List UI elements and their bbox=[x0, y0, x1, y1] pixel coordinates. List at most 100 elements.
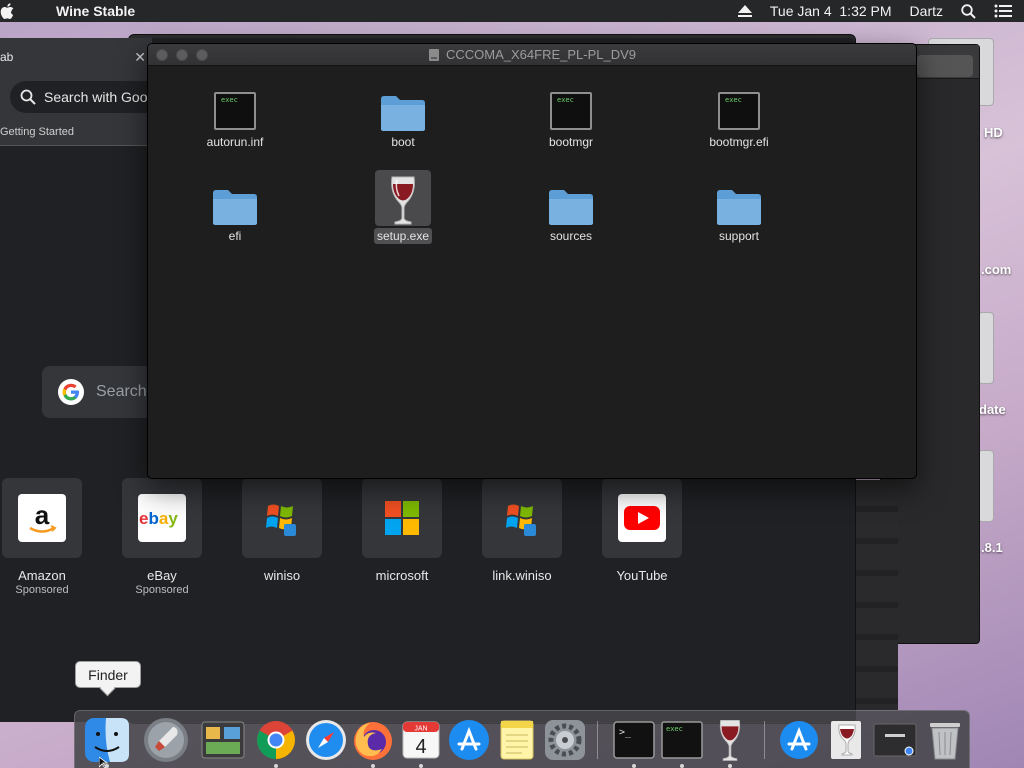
running-indicator bbox=[680, 764, 684, 768]
eject-icon[interactable] bbox=[737, 5, 752, 17]
file-bootmgr[interactable]: exec bootmgr bbox=[511, 76, 631, 151]
dock-app-store-download[interactable] bbox=[775, 716, 823, 764]
file-name: autorun.inf bbox=[206, 135, 264, 149]
dock-safari[interactable] bbox=[302, 716, 350, 764]
file-autorun-inf[interactable]: exec autorun.inf bbox=[175, 76, 295, 151]
shortcut-tile: a bbox=[2, 478, 82, 558]
windows-flag-icon bbox=[266, 504, 296, 536]
dock-separator bbox=[764, 721, 765, 759]
exec-badge: exec bbox=[725, 96, 742, 104]
user-name[interactable]: Dartz bbox=[910, 3, 943, 19]
dock-notes[interactable] bbox=[493, 716, 541, 764]
finder-title: CCCOMA_X64FRE_PL-PL_DV9 bbox=[148, 47, 916, 62]
desktop-disk-icon[interactable] bbox=[978, 312, 994, 384]
folder-efi[interactable]: efi bbox=[175, 170, 295, 245]
file-name: bootmgr.efi bbox=[709, 135, 769, 149]
file-icon-wrap bbox=[375, 170, 431, 226]
shortcut-amazon[interactable]: a Amazon Sponsored bbox=[1, 478, 83, 596]
dock: JAN 4 >_ exec bbox=[74, 710, 970, 768]
ebay-icon: ebay bbox=[138, 494, 186, 542]
image-capture-icon bbox=[201, 721, 245, 759]
file-icon-wrap bbox=[543, 170, 599, 226]
firefox-icon bbox=[354, 722, 392, 760]
folder-boot[interactable]: boot bbox=[343, 76, 463, 151]
launchpad-rocket-icon bbox=[144, 718, 188, 762]
desktop-label-date: date bbox=[979, 402, 1006, 417]
dock-exec[interactable]: exec bbox=[658, 716, 706, 768]
file-bootmgr-efi[interactable]: exec bootmgr.efi bbox=[679, 76, 799, 151]
chrome-icon bbox=[257, 721, 295, 759]
shortcut-sponsored: Sponsored bbox=[15, 584, 69, 596]
terminal-prompt: >_ bbox=[619, 727, 632, 738]
terminal-icon: >_ bbox=[613, 721, 655, 759]
calendar-day: 4 bbox=[415, 736, 426, 758]
dock-firefox[interactable] bbox=[349, 716, 397, 768]
running-indicator bbox=[274, 764, 278, 768]
file-icon-wrap: exec bbox=[711, 76, 767, 132]
dock-calendar[interactable]: JAN 4 bbox=[397, 716, 445, 768]
browser-tab[interactable]: ab ✕ bbox=[0, 38, 152, 76]
folder-icon bbox=[213, 190, 257, 225]
active-app-name[interactable]: Wine Stable bbox=[56, 3, 135, 19]
dock-trash[interactable] bbox=[921, 716, 969, 764]
finder-window[interactable]: CCCOMA_X64FRE_PL-PL_DV9 exec autorun.inf… bbox=[147, 43, 917, 479]
file-name: support bbox=[718, 229, 760, 243]
shortcut-ebay[interactable]: ebay eBay Sponsored bbox=[121, 478, 203, 596]
app-store-icon bbox=[449, 720, 489, 760]
bookmark-getting-started[interactable]: Getting Started bbox=[0, 126, 74, 138]
folder-icon bbox=[717, 190, 761, 225]
spotlight-icon[interactable] bbox=[961, 3, 976, 19]
apple-icon[interactable] bbox=[0, 3, 56, 19]
shortcut-tile bbox=[602, 478, 682, 558]
disk-image-icon bbox=[428, 48, 439, 61]
bookmarks-bar: Getting Started bbox=[0, 116, 152, 146]
app-store-icon bbox=[780, 721, 818, 759]
file-icon-wrap: exec bbox=[543, 76, 599, 132]
shortcut-link-winiso[interactable]: link.winiso bbox=[481, 478, 563, 583]
calendar-icon: JAN 4 bbox=[402, 721, 440, 759]
google-search-placeholder: Search bbox=[96, 383, 147, 400]
shortcut-name: eBay bbox=[147, 568, 177, 583]
wine-installer-icon bbox=[831, 721, 861, 759]
shortcut-youtube[interactable]: YouTube bbox=[601, 478, 683, 583]
gear-icon bbox=[545, 720, 585, 760]
dock-browser-window[interactable] bbox=[871, 716, 919, 764]
running-indicator bbox=[419, 764, 423, 768]
dock-tooltip: Finder bbox=[75, 661, 141, 688]
finder-titlebar[interactable]: CCCOMA_X64FRE_PL-PL_DV9 bbox=[148, 44, 916, 66]
shortcut-tile: ebay bbox=[122, 478, 202, 558]
folder-sources[interactable]: sources bbox=[511, 170, 631, 245]
background-window-field[interactable] bbox=[917, 55, 973, 77]
exec-file-icon: exec bbox=[550, 92, 592, 130]
file-name: boot bbox=[391, 135, 415, 149]
exec-file-icon: exec bbox=[661, 721, 703, 759]
dock-wine[interactable] bbox=[706, 716, 754, 768]
dock-image-capture[interactable] bbox=[199, 716, 247, 764]
background-window-edge bbox=[856, 480, 898, 710]
running-indicator bbox=[371, 764, 375, 768]
close-tab-icon[interactable]: ✕ bbox=[134, 49, 146, 66]
wine-glass-icon bbox=[391, 176, 415, 225]
notification-center-icon[interactable] bbox=[994, 4, 1012, 18]
dock-system-preferences[interactable] bbox=[541, 716, 589, 764]
calendar-month: JAN bbox=[414, 726, 427, 733]
shortcut-name: link.winiso bbox=[492, 568, 552, 583]
folder-support[interactable]: support bbox=[679, 170, 799, 245]
file-name: bootmgr bbox=[548, 135, 594, 149]
dock-terminal[interactable]: >_ bbox=[610, 716, 658, 768]
address-bar[interactable]: Search with Goo bbox=[10, 81, 170, 113]
shortcut-tile bbox=[242, 478, 322, 558]
menu-bar: Wine Stable Tue Jan 4 1:32 PM Dartz bbox=[0, 0, 1024, 22]
dock-wine-installer[interactable] bbox=[823, 716, 871, 764]
svg-text:a: a bbox=[35, 500, 50, 530]
file-icon-wrap: exec bbox=[207, 76, 263, 132]
dock-app-store[interactable] bbox=[445, 716, 493, 764]
file-setup-exe[interactable]: setup.exe bbox=[343, 170, 463, 245]
shortcut-winiso[interactable]: winiso bbox=[241, 478, 323, 583]
dock-launchpad[interactable] bbox=[142, 716, 190, 764]
microsoft-logo-icon bbox=[385, 501, 419, 535]
desktop-disk-icon-2[interactable] bbox=[978, 450, 994, 522]
dock-chrome[interactable] bbox=[252, 716, 300, 768]
clock[interactable]: Tue Jan 4 1:32 PM bbox=[770, 3, 892, 19]
shortcut-microsoft[interactable]: microsoft bbox=[361, 478, 443, 583]
